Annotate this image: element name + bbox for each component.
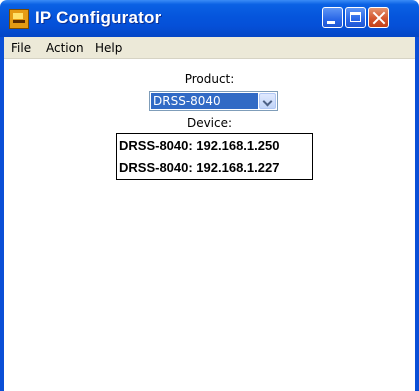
maximize-button[interactable] bbox=[345, 7, 366, 28]
menu-action[interactable]: Action bbox=[46, 41, 84, 55]
menu-bar: File Action Help bbox=[4, 37, 415, 59]
device-list[interactable]: DRSS-8040: 192.168.1.250 DRSS-8040: 192.… bbox=[116, 133, 313, 180]
app-window: IP Configurator File Action Help Product… bbox=[0, 0, 419, 391]
title-bar[interactable]: IP Configurator bbox=[0, 0, 419, 37]
list-item[interactable]: DRSS-8040: 192.168.1.250 bbox=[119, 136, 309, 156]
app-icon bbox=[9, 9, 29, 29]
menu-file[interactable]: File bbox=[11, 41, 31, 55]
close-button[interactable] bbox=[368, 7, 389, 28]
product-label: Product: bbox=[184, 72, 235, 86]
product-select[interactable]: DRSS-8040 bbox=[149, 91, 278, 111]
device-label: Device: bbox=[186, 116, 233, 130]
minimize-button[interactable] bbox=[322, 7, 343, 28]
window-frame-right bbox=[415, 37, 419, 391]
list-item[interactable]: DRSS-8040: 192.168.1.227 bbox=[119, 158, 309, 178]
product-selected-value: DRSS-8040 bbox=[151, 93, 258, 109]
chevron-down-icon[interactable] bbox=[259, 93, 276, 109]
window-title: IP Configurator bbox=[35, 8, 162, 27]
menu-help[interactable]: Help bbox=[95, 41, 122, 55]
